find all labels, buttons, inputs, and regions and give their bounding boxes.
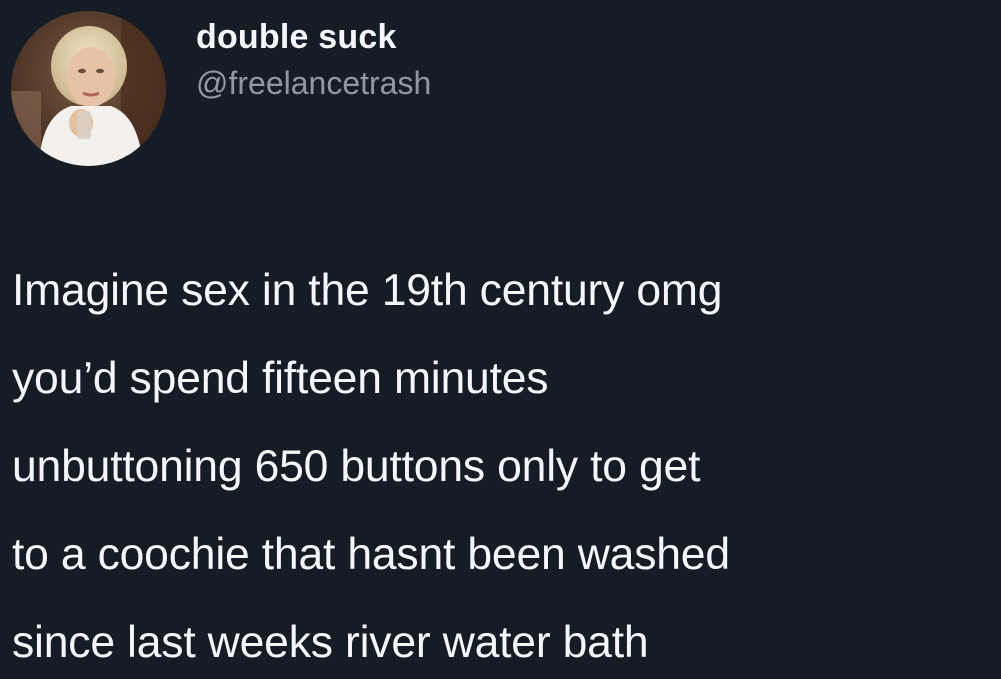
tweet-text: Imagine sex in the 19th century omg you’… — [12, 247, 997, 679]
user-handle[interactable]: @freelancetrash — [196, 61, 431, 105]
tweet-card: double suck @freelancetrash Imagine sex … — [0, 0, 1001, 679]
avatar[interactable] — [11, 11, 166, 166]
tweet-text-line: to a coochie that hasnt been washed — [12, 530, 730, 579]
display-name[interactable]: double suck — [196, 17, 431, 57]
author-names: double suck @freelancetrash — [196, 17, 431, 105]
tweet-text-line: unbuttoning 650 buttons only to get — [12, 442, 701, 491]
avatar-photo-icon — [11, 11, 166, 166]
tweet-text-line: Imagine sex in the 19th century omg — [12, 266, 723, 315]
tweet-text-line: since last weeks river water bath — [12, 618, 649, 667]
tweet-text-line: you’d spend fifteen minutes — [12, 354, 549, 403]
tweet-header: double suck @freelancetrash — [11, 11, 431, 166]
